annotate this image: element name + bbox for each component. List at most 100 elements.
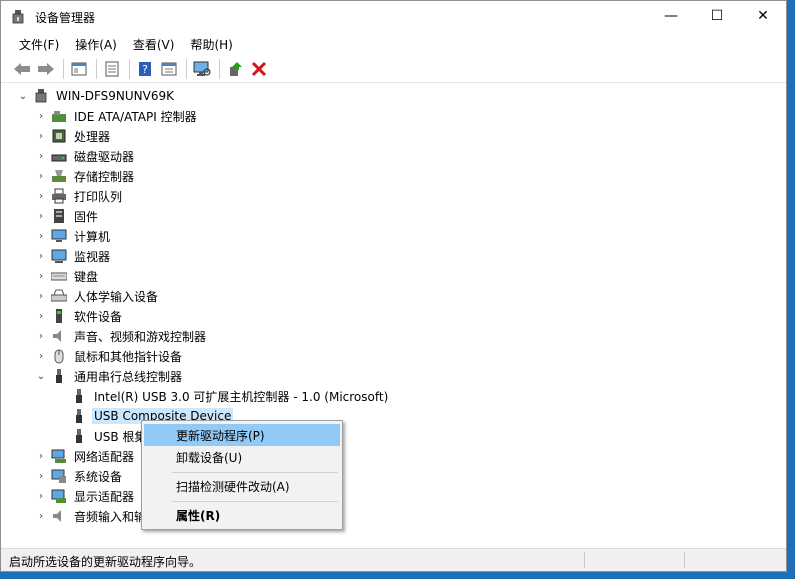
- back-button[interactable]: [11, 58, 33, 80]
- tree-item-label: 存储控制器: [74, 169, 135, 184]
- details-button[interactable]: [101, 58, 123, 80]
- tree-item-system[interactable]: › 系统设备: [35, 466, 124, 486]
- forward-icon: [38, 62, 54, 75]
- tree-item-usb-root-hub[interactable]: USB 根集: [55, 426, 148, 446]
- tree-item-hid[interactable]: › 人体学输入设备: [35, 286, 160, 306]
- collapse-icon[interactable]: ⌄: [35, 366, 47, 386]
- menu-item-uninstall-device[interactable]: 卸载设备(U): [144, 446, 340, 468]
- computer-root-icon: [35, 89, 47, 103]
- expand-icon[interactable]: ›: [35, 506, 47, 526]
- usb-device-icon: [76, 389, 82, 403]
- tree-item-mouse[interactable]: › 鼠标和其他指针设备: [35, 346, 184, 366]
- firmware-icon: [54, 209, 64, 223]
- menu-view[interactable]: 查看(V): [125, 32, 183, 54]
- menu-help[interactable]: 帮助(H): [182, 32, 240, 54]
- device-manager-window: 设备管理器 — ☐ ✕ 文件(F) 操作(A) 查看(V) 帮助(H) ? ⌄ …: [0, 0, 787, 572]
- tree-item-label: 处理器: [74, 129, 111, 144]
- forward-button[interactable]: [35, 58, 57, 80]
- software-device-icon: [56, 309, 62, 323]
- properties-pane-button[interactable]: [68, 58, 90, 80]
- expand-icon[interactable]: ›: [35, 126, 47, 146]
- toolbar-separator: [186, 58, 187, 79]
- tree-item-label: 计算机: [74, 229, 111, 244]
- ide-controller-icon: [52, 111, 66, 122]
- tree-item-software-device[interactable]: › 软件设备: [35, 306, 124, 326]
- tree-item-usb-controllers[interactable]: ⌄ 通用串行总线控制器: [35, 366, 184, 386]
- scan-hardware-button[interactable]: [191, 58, 213, 80]
- tree-item-processor[interactable]: › 处理器: [35, 126, 112, 146]
- menu-file[interactable]: 文件(F): [11, 32, 67, 54]
- status-bar: 启动所选设备的更新驱动程序向导。: [1, 548, 786, 571]
- menu-separator: [172, 501, 338, 502]
- expand-icon[interactable]: ›: [35, 466, 47, 486]
- tree-item-sound[interactable]: › 声音、视频和游戏控制器: [35, 326, 208, 346]
- tree-item-label: IDE ATA/ATAPI 控制器: [74, 109, 197, 124]
- view-button[interactable]: [158, 58, 180, 80]
- tree-item-label: USB 根集: [94, 429, 147, 444]
- expand-icon[interactable]: ›: [35, 266, 47, 286]
- expand-icon[interactable]: ›: [35, 226, 47, 246]
- disk-drive-icon: [51, 154, 67, 162]
- expand-icon[interactable]: ›: [35, 106, 47, 126]
- update-driver-button[interactable]: [224, 58, 246, 80]
- tree-item-label: 网络适配器: [74, 449, 135, 464]
- scan-hardware-icon: [193, 61, 211, 76]
- expand-icon[interactable]: ›: [35, 346, 47, 366]
- uninstall-button[interactable]: [248, 58, 270, 80]
- expand-icon[interactable]: ›: [35, 166, 47, 186]
- expand-icon[interactable]: ›: [35, 486, 47, 506]
- keyboard-icon: [51, 272, 67, 281]
- details-icon: [105, 61, 119, 76]
- storage-controller-icon: [52, 170, 66, 182]
- toolbar-separator: [219, 58, 220, 79]
- expand-icon[interactable]: ›: [35, 286, 47, 306]
- tree-item-disk[interactable]: › 磁盘驱动器: [35, 146, 136, 166]
- status-text: 启动所选设备的更新驱动程序向导。: [9, 555, 202, 569]
- tree-item-keyboard[interactable]: › 键盘: [35, 266, 100, 286]
- close-icon: ✕: [757, 8, 769, 24]
- expand-icon[interactable]: ›: [35, 246, 47, 266]
- menu-action[interactable]: 操作(A): [67, 32, 125, 54]
- expand-icon[interactable]: ›: [35, 326, 47, 346]
- collapse-icon[interactable]: ⌄: [17, 86, 29, 106]
- expand-icon[interactable]: ›: [35, 186, 47, 206]
- tree-item-audio-io[interactable]: › 音频输入和输: [35, 506, 148, 526]
- tree-item-label: 音频输入和输: [74, 509, 147, 524]
- usb-icon: [56, 369, 62, 383]
- tree-item-network[interactable]: › 网络适配器: [35, 446, 136, 466]
- close-button[interactable]: ✕: [740, 1, 786, 31]
- tree-item-printer[interactable]: › 打印队列: [35, 186, 124, 206]
- tree-item-label: 磁盘驱动器: [74, 149, 135, 164]
- tree-item-monitor[interactable]: › 监视器: [35, 246, 112, 266]
- tree-item-label: 键盘: [74, 269, 99, 284]
- mouse-icon: [54, 349, 64, 364]
- tree-item-label: 显示适配器: [74, 489, 135, 504]
- tree-item-label: 人体学输入设备: [74, 289, 159, 304]
- audio-io-icon: [53, 510, 61, 522]
- tree-root-label: WIN-DFS9NUNV69K: [56, 89, 174, 103]
- expand-icon[interactable]: ›: [35, 446, 47, 466]
- help-button[interactable]: ?: [134, 58, 156, 80]
- tree-item-ide[interactable]: › IDE ATA/ATAPI 控制器: [35, 106, 199, 126]
- back-icon: [14, 62, 30, 75]
- toolbar-separator: [63, 58, 64, 79]
- menu-item-properties[interactable]: 属性(R): [144, 504, 340, 526]
- window-title: 设备管理器: [35, 11, 96, 25]
- monitor-icon: [51, 249, 67, 263]
- tree-root[interactable]: ⌄ WIN-DFS9NUNV69K: [17, 86, 176, 106]
- printer-icon: [52, 188, 66, 204]
- tree-item-computer[interactable]: › 计算机: [35, 226, 112, 246]
- menu-item-update-driver[interactable]: 更新驱动程序(P): [144, 424, 340, 446]
- expand-icon[interactable]: ›: [35, 206, 47, 226]
- tree-item-label: 固件: [74, 209, 99, 224]
- hid-icon: [51, 289, 67, 302]
- maximize-button[interactable]: ☐: [694, 1, 740, 31]
- minimize-button[interactable]: —: [648, 1, 694, 31]
- expand-icon[interactable]: ›: [35, 306, 47, 326]
- tree-item-display[interactable]: › 显示适配器: [35, 486, 136, 506]
- tree-item-intel-usb[interactable]: Intel(R) USB 3.0 可扩展主机控制器 - 1.0 (Microso…: [55, 386, 390, 406]
- expand-icon[interactable]: ›: [35, 146, 47, 166]
- tree-item-storage[interactable]: › 存储控制器: [35, 166, 136, 186]
- tree-item-firmware[interactable]: › 固件: [35, 206, 100, 226]
- menu-item-scan-hardware[interactable]: 扫描检测硬件改动(A): [144, 475, 340, 497]
